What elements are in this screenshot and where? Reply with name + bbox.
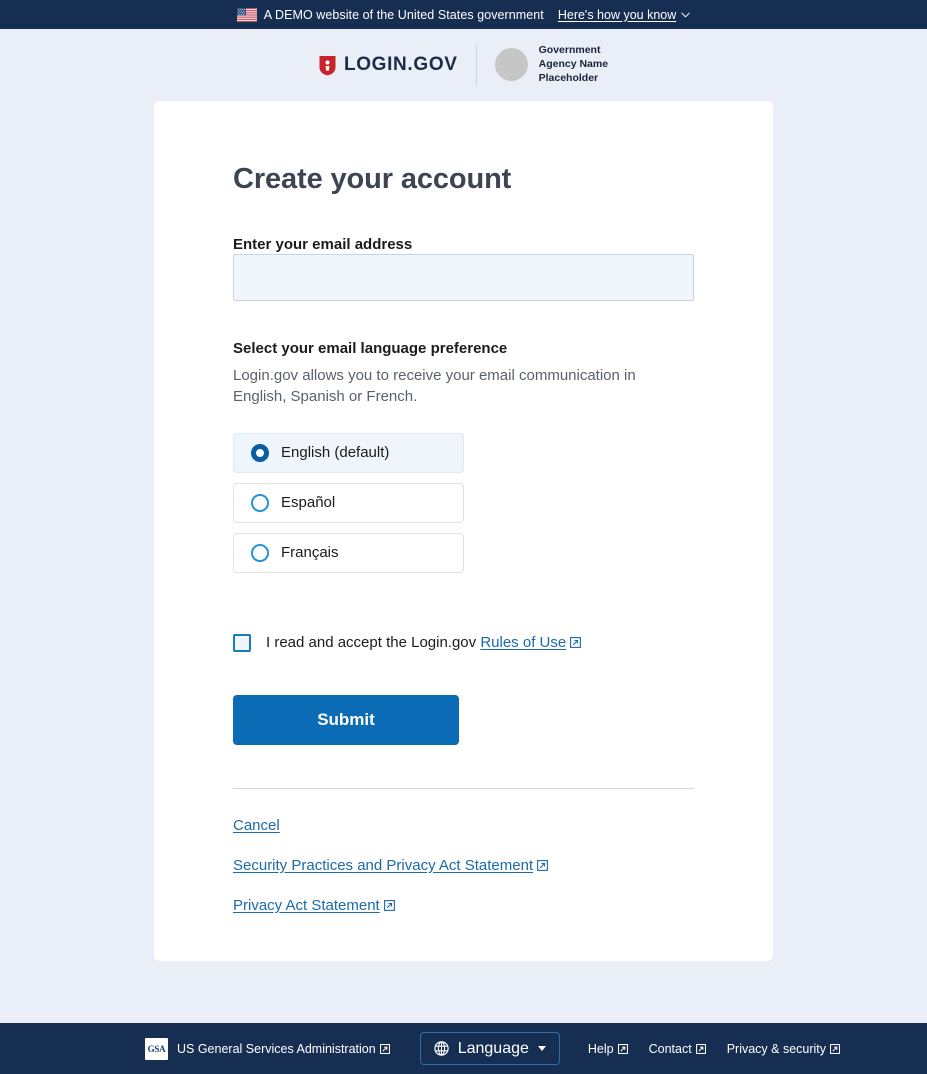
radio-option-english[interactable]: English (default): [233, 432, 464, 473]
external-link-icon: [383, 899, 395, 911]
language-section-title: Select your email language preference: [233, 340, 508, 357]
accept-rules-text: I read and accept the Login.gov Rules of…: [266, 634, 582, 652]
radio-indicator: [251, 443, 269, 462]
site-header: LOGIN.GOV Government Agency Name Placeho…: [0, 29, 927, 101]
external-link-icon: [537, 859, 549, 871]
cancel-label: Cancel: [233, 816, 280, 834]
email-label: Enter your email address: [233, 236, 413, 253]
login-gov-shield-icon: [319, 55, 336, 75]
security-practices-label: Security Practices and Privacy Act State…: [233, 856, 534, 874]
card-container: Create your account Enter your email add…: [0, 101, 927, 1023]
radio-label: Español: [281, 494, 336, 512]
banner-text: A DEMO website of the United States gove…: [263, 7, 544, 22]
privacy-act-statement-link[interactable]: Privacy Act Statement: [233, 897, 395, 914]
rules-of-use-label: Rules of Use: [480, 634, 567, 652]
contact-label: Contact: [648, 1041, 692, 1056]
create-account-card: Create your account Enter your email add…: [154, 101, 773, 961]
gsa-block: GSA US General Services Administration: [145, 1037, 390, 1060]
accept-rules-checkbox[interactable]: [233, 633, 251, 652]
language-section-description: Login.gov allows you to receive your ema…: [233, 367, 636, 406]
gsa-logo-icon: GSA: [145, 1037, 168, 1060]
rules-of-use-row: I read and accept the Login.gov Rules of…: [233, 633, 694, 652]
page-root: A DEMO website of the United States gove…: [0, 0, 927, 1074]
language-radio-group: English (default) Español Français: [233, 432, 694, 573]
external-link-icon: [617, 1043, 628, 1054]
external-link-icon: [695, 1043, 706, 1054]
rules-of-use-link[interactable]: Rules of Use: [480, 634, 582, 652]
external-link-icon: [379, 1043, 390, 1054]
agency-logo-block: Government Agency Name Placeholder: [477, 44, 608, 86]
chevron-down-icon: [681, 12, 690, 18]
radio-option-espanol[interactable]: Español: [233, 482, 464, 523]
privacy-act-statement-label: Privacy Act Statement: [233, 896, 380, 914]
heres-how-you-know-label: Here's how you know: [557, 7, 677, 22]
security-practices-link[interactable]: Security Practices and Privacy Act State…: [233, 856, 549, 874]
privacy-security-label: Privacy & security: [726, 1041, 827, 1056]
radio-indicator: [251, 493, 269, 512]
page-footer: GSA US General Services Administration L…: [0, 1023, 927, 1074]
heres-how-you-know-button[interactable]: Here's how you know: [558, 8, 690, 22]
card-footer-links: Cancel Security Practices and Privacy Ac…: [233, 789, 694, 914]
language-selector-button[interactable]: Language: [419, 1032, 560, 1065]
accept-rules-prefix: I read and accept the Login.gov: [266, 634, 477, 652]
login-gov-logo[interactable]: LOGIN.GOV: [319, 54, 476, 76]
agency-placeholder-circle-icon: [494, 48, 528, 82]
gov-banner: A DEMO website of the United States gove…: [0, 0, 927, 29]
submit-button[interactable]: Submit: [233, 694, 459, 745]
radio-indicator: [251, 543, 269, 562]
radio-label: Français: [281, 544, 339, 562]
privacy-security-link[interactable]: Privacy & security: [726, 1041, 841, 1056]
radio-option-francais[interactable]: Français: [233, 532, 464, 573]
caret-down-icon: [537, 1046, 546, 1051]
contact-link[interactable]: Contact: [649, 1042, 706, 1056]
help-link[interactable]: Help: [588, 1042, 628, 1056]
login-gov-wordmark: LOGIN.GOV: [343, 54, 458, 75]
external-link-icon: [570, 637, 582, 649]
footer-links: Help Contact Privacy & security: [588, 1041, 841, 1056]
gsa-label: US General Services Administration: [177, 1041, 376, 1056]
us-flag-icon: [236, 7, 257, 22]
radio-label: English (default): [281, 444, 390, 462]
agency-name: Government Agency Name Placeholder: [538, 44, 609, 84]
globe-icon: [434, 1041, 449, 1056]
page-title: Create your account: [233, 163, 512, 195]
cancel-link[interactable]: Cancel: [233, 817, 280, 834]
gsa-link[interactable]: US General Services Administration: [177, 1042, 390, 1056]
language-button-label: Language: [457, 1039, 529, 1057]
email-input[interactable]: [233, 254, 694, 301]
external-link-icon: [830, 1043, 841, 1054]
help-label: Help: [587, 1041, 614, 1056]
